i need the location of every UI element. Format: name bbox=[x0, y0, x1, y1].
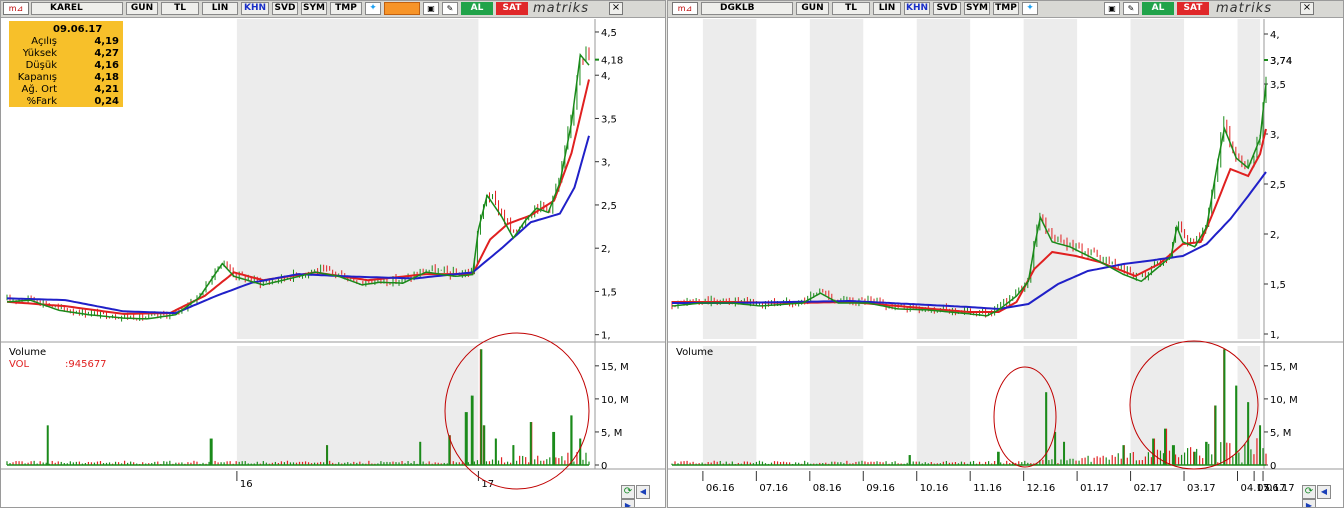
scroll-nav: ⟳ ◀▶ bbox=[621, 485, 665, 507]
price-tick-label: 1, bbox=[1270, 330, 1280, 341]
info-row-value: 0,24 bbox=[94, 96, 119, 107]
x-tick-label: 02.17 bbox=[1134, 483, 1163, 494]
info-row-label: Açılış bbox=[31, 36, 57, 47]
price-tick-label: 2, bbox=[1270, 230, 1280, 241]
volume-pane-title: Volume bbox=[676, 347, 713, 358]
price-volume-chart: 4, 3,74 3,5 3, 2,5 2, 1,5 1, 15, M 10, M 5, M 0 06.1… bbox=[668, 19, 1343, 494]
price-tick-label: 4,5 bbox=[601, 28, 617, 39]
info-row-value: 4,27 bbox=[94, 48, 119, 59]
volume-tick-label: 5, M bbox=[601, 428, 622, 439]
volume-tick-label: 10, M bbox=[601, 395, 629, 406]
scroll-right-icon[interactable]: ▶ bbox=[1302, 499, 1316, 507]
volume-pane-title: Volume bbox=[9, 347, 46, 358]
price-tick-label: 2, bbox=[601, 244, 611, 255]
scroll-nav: ⟳ ◀▶ bbox=[1302, 485, 1343, 507]
x-tick-label: 16 bbox=[240, 479, 253, 490]
volume-tick-label: 5, M bbox=[1270, 428, 1291, 439]
shaded-period-price bbox=[916, 19, 971, 339]
x-tick-label: 09.16 bbox=[866, 483, 895, 494]
price-volume-chart: 4,54,3,53,2,52,1,51,15, M10, M5, M016 17V… bbox=[1, 19, 665, 490]
price-tick-label: 2,5 bbox=[1270, 180, 1286, 191]
x-tick-label: 10.16 bbox=[920, 483, 949, 494]
x-tick-label: 01.17 bbox=[1080, 483, 1109, 494]
chart-panel-dgklb: m⊿ DGKLB GUN TL LIN KHN SVD SYM TMP ✦ ▣ … bbox=[667, 0, 1344, 508]
x-tick-label: 03.17 bbox=[1187, 483, 1216, 494]
volume-legend-label: VOL bbox=[9, 359, 30, 370]
volume-legend-value: :945677 bbox=[65, 359, 107, 370]
volume-tick-label: 0 bbox=[601, 461, 607, 472]
shaded-period-volume bbox=[916, 346, 971, 465]
info-date: 09.06.17 bbox=[53, 24, 102, 35]
info-row-value: 4,21 bbox=[94, 84, 119, 95]
price-tick-label: 1,5 bbox=[601, 287, 617, 298]
price-tick-label: 3, bbox=[1270, 130, 1280, 141]
info-row-label: Ağ. Ort bbox=[22, 83, 58, 95]
x-tick-label: 07.16 bbox=[759, 483, 788, 494]
x-tick-label: 11.16 bbox=[973, 483, 1002, 494]
shaded-period-price bbox=[809, 19, 864, 339]
price-tick-label: 1, bbox=[601, 331, 611, 342]
shaded-period-price bbox=[236, 19, 479, 339]
info-row-value: 4,19 bbox=[94, 36, 119, 47]
refresh-icon[interactable]: ⟳ bbox=[1302, 485, 1316, 499]
info-row-label: Düşük bbox=[26, 60, 58, 71]
volume-tick-label: 10, M bbox=[1270, 395, 1298, 406]
shaded-period-volume bbox=[1130, 346, 1185, 465]
x-tick-label: 06.16 bbox=[706, 483, 735, 494]
scroll-right-icon[interactable]: ▶ bbox=[621, 499, 635, 507]
price-tick-label: 3, bbox=[601, 158, 611, 169]
info-row-label: %Fark bbox=[27, 96, 58, 107]
shaded-period-price bbox=[702, 19, 757, 339]
x-tick-label: 08.16 bbox=[813, 483, 842, 494]
price-tick-label: 4, bbox=[601, 71, 611, 82]
last-price-label: 4,18 bbox=[601, 56, 623, 67]
x-tick-label: 06.17 bbox=[1266, 483, 1295, 494]
shaded-period-price bbox=[1130, 19, 1185, 339]
scroll-left-icon[interactable]: ◀ bbox=[636, 485, 650, 499]
scroll-left-icon[interactable]: ◀ bbox=[1317, 485, 1331, 499]
price-tick-label: 4, bbox=[1270, 30, 1280, 41]
info-row-value: 4,18 bbox=[94, 72, 119, 83]
volume-tick-label: 15, M bbox=[601, 362, 629, 373]
refresh-icon[interactable]: ⟳ bbox=[621, 485, 635, 499]
volume-tick-label: 15, M bbox=[1270, 362, 1298, 373]
price-tick-label: 3,5 bbox=[1270, 80, 1286, 91]
price-tick-label: 1,5 bbox=[1270, 280, 1286, 291]
x-tick-label: 12.16 bbox=[1027, 483, 1056, 494]
price-tick-label: 2,5 bbox=[601, 201, 617, 212]
shaded-period-volume bbox=[702, 346, 757, 465]
price-tick-label: 3,5 bbox=[601, 114, 617, 125]
shaded-period-volume bbox=[1023, 346, 1078, 465]
volume-tick-label: 0 bbox=[1270, 461, 1276, 472]
shaded-period-volume bbox=[809, 346, 864, 465]
info-row-label: Yüksek bbox=[22, 48, 57, 59]
info-row-label: Kapanış bbox=[18, 72, 57, 83]
chart-panel-karel: m⊿ KAREL GUN TL LIN KHN SVD SYM TMP ✦ ▣ … bbox=[0, 0, 666, 508]
shaded-period-volume bbox=[236, 346, 479, 465]
shaded-period-price bbox=[1237, 19, 1261, 339]
last-price-label: 3,74 bbox=[1270, 56, 1292, 67]
shaded-period-price bbox=[1023, 19, 1078, 339]
info-row-value: 4,16 bbox=[94, 60, 119, 71]
